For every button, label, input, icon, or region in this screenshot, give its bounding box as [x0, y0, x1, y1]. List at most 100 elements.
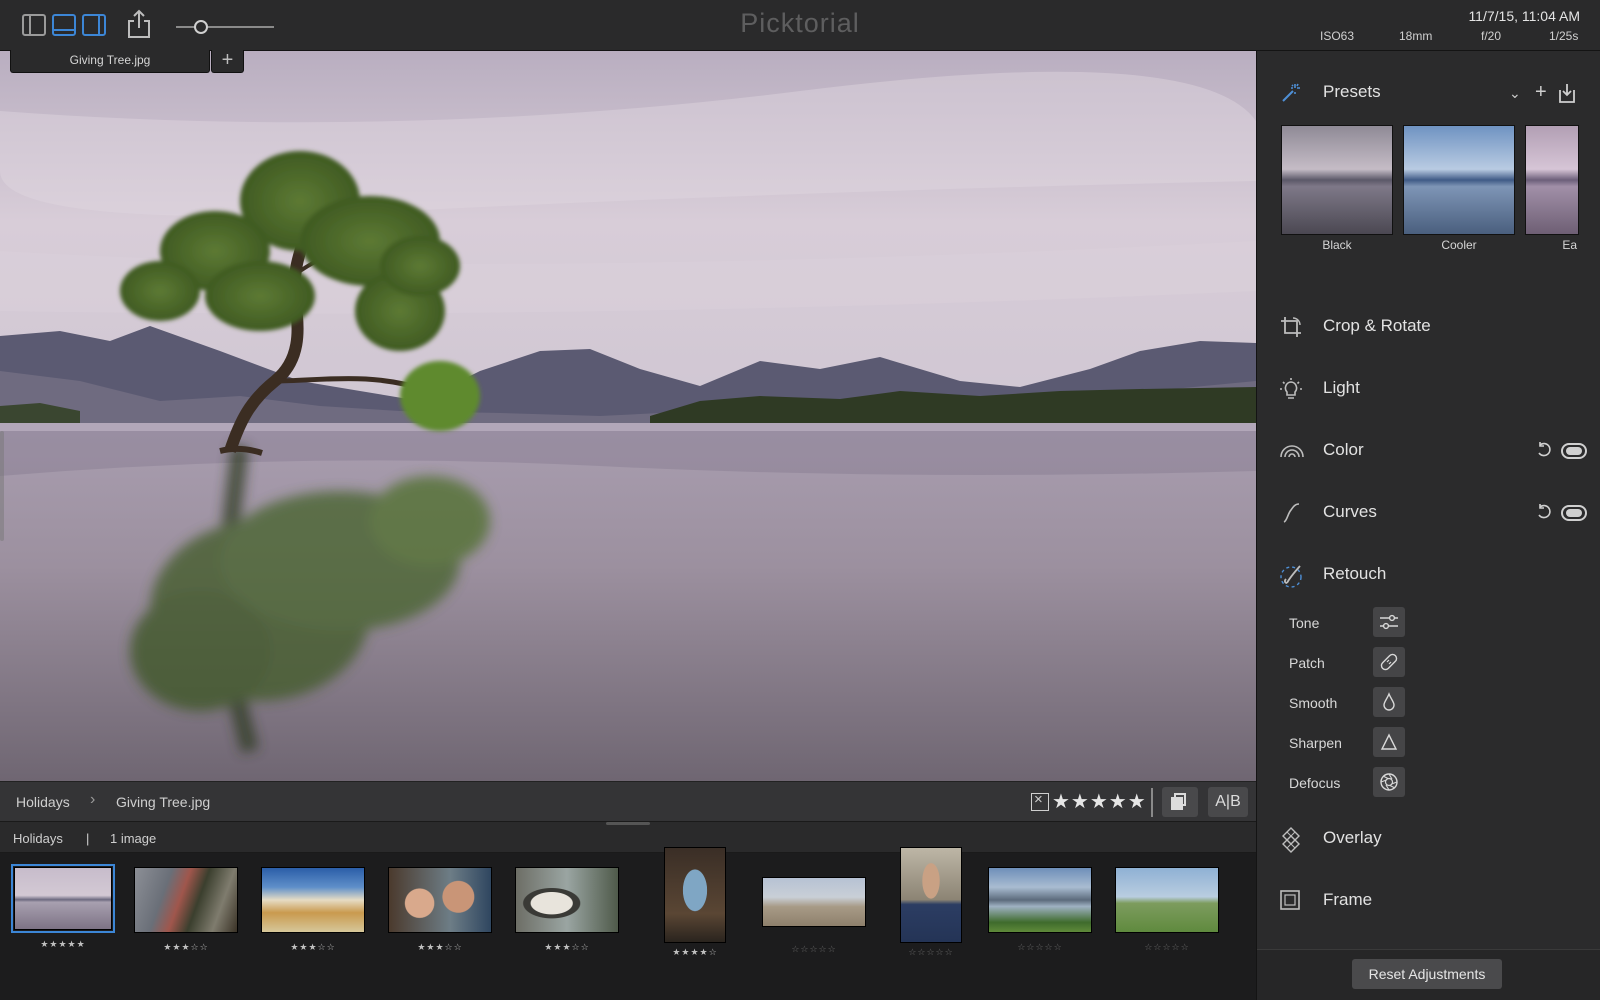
- crop-label: Crop & Rotate: [1323, 316, 1431, 335]
- overlay-pattern-icon: [1279, 827, 1303, 853]
- smooth-label: Smooth: [1289, 695, 1338, 711]
- sharpen-button[interactable]: [1373, 727, 1405, 757]
- presets-chevron-down-icon[interactable]: ⌄: [1509, 85, 1521, 102]
- preset-black[interactable]: Black: [1281, 125, 1393, 255]
- presets-label: Presets: [1323, 82, 1381, 101]
- filmstrip: ★★★★★ ★★★☆☆ ★★★☆☆ ★★★☆☆ ★★★☆☆ ★★★★☆ ☆☆☆☆…: [0, 847, 1256, 1000]
- ab-compare-button[interactable]: A|B: [1208, 787, 1248, 817]
- thumbnail-rating: ★★★☆☆: [290, 942, 336, 952]
- color-toggle[interactable]: [1561, 443, 1587, 459]
- reset-adjustments-button[interactable]: Reset Adjustments: [1352, 959, 1502, 989]
- side-drawer-handle[interactable]: [0, 431, 4, 541]
- thumbnail-image: [664, 847, 726, 943]
- undo-icon[interactable]: [1535, 441, 1553, 459]
- crop-icon: [1279, 315, 1303, 339]
- tab-giving-tree[interactable]: Giving Tree.jpg: [10, 50, 210, 73]
- section-presets[interactable]: Presets: [1257, 73, 1600, 113]
- preset-thumbnail: [1281, 125, 1393, 235]
- preset-label: Black: [1322, 238, 1352, 252]
- thumbnail-image: [762, 877, 866, 927]
- frame-icon: [1279, 889, 1303, 913]
- import-preset-icon[interactable]: [1557, 82, 1577, 109]
- thumbnail-image: [134, 867, 238, 933]
- main-photo[interactable]: [0, 51, 1256, 781]
- iso-value: ISO63: [1320, 29, 1355, 43]
- preset-label: Ea: [1562, 238, 1577, 252]
- patch-button[interactable]: [1373, 647, 1405, 677]
- thumbnail-rating: ☆☆☆☆☆: [908, 947, 954, 957]
- section-curves[interactable]: Curves: [1257, 493, 1600, 533]
- section-crop-rotate[interactable]: Crop & Rotate: [1257, 307, 1600, 347]
- thumbnail-image: [900, 847, 962, 943]
- strip-album-label[interactable]: Holidays: [13, 831, 63, 846]
- duplicate-button[interactable]: [1162, 787, 1198, 817]
- preset-thumbnail: [1525, 125, 1579, 235]
- preset-thumbnail: [1403, 125, 1515, 235]
- tone-button[interactable]: [1373, 607, 1405, 637]
- app-title: Picktorial: [740, 8, 860, 38]
- retouch-smooth[interactable]: Smooth: [1289, 687, 1589, 719]
- panel-footer: Reset Adjustments: [1257, 949, 1600, 1000]
- focal-length-value: 18mm: [1399, 29, 1433, 43]
- sharpen-label: Sharpen: [1289, 735, 1342, 751]
- thumbnail-rating: ★★★☆☆: [163, 942, 209, 952]
- sliders-icon: [1380, 614, 1398, 630]
- retouch-sharpen[interactable]: Sharpen: [1289, 727, 1589, 759]
- breadcrumb-album[interactable]: Holidays: [16, 794, 70, 810]
- defocus-button[interactable]: [1373, 767, 1405, 797]
- rating-stars[interactable]: ★★★★★: [1052, 789, 1147, 814]
- add-preset-icon[interactable]: +: [1535, 81, 1547, 104]
- retouch-defocus[interactable]: Defocus: [1289, 767, 1589, 799]
- retouch-tone[interactable]: Tone: [1289, 607, 1589, 639]
- bandage-icon: [1380, 653, 1398, 671]
- aperture-value: f/20: [1481, 29, 1502, 43]
- section-color[interactable]: Color: [1257, 431, 1600, 471]
- magic-wand-icon: [1279, 81, 1303, 105]
- section-frame[interactable]: Frame: [1257, 881, 1600, 921]
- retouch-patch[interactable]: Patch: [1289, 647, 1589, 679]
- adjustments-panel: Presets ⌄ + Black Cooler Ea Crop & Rotat…: [1256, 51, 1600, 1000]
- thumbnail[interactable]: ★★★☆☆: [515, 867, 619, 957]
- section-retouch[interactable]: Retouch: [1257, 555, 1600, 595]
- curves-label: Curves: [1323, 502, 1377, 521]
- triangle-icon: [1380, 733, 1398, 750]
- curves-toggle[interactable]: [1561, 505, 1587, 521]
- thumbnail[interactable]: ☆☆☆☆☆: [1115, 867, 1219, 957]
- thumbnail[interactable]: ☆☆☆☆☆: [762, 877, 866, 957]
- tone-label: Tone: [1289, 615, 1320, 631]
- thumbnail-rating: ★★★★☆: [672, 947, 718, 957]
- undo-icon[interactable]: [1535, 503, 1553, 521]
- thumbnail-rating: ☆☆☆☆☆: [1017, 942, 1063, 952]
- top-toolbar: Picktorial 11/7/15, 11:04 AM ISO63 18mm …: [0, 0, 1600, 51]
- toolbar-divider: [1151, 788, 1153, 817]
- aperture-icon: [1380, 773, 1398, 791]
- thumbnail-image: [1115, 867, 1219, 933]
- preset-partial[interactable]: Ea: [1525, 125, 1579, 255]
- thumbnail[interactable]: ★★★★★: [11, 864, 115, 957]
- smooth-button[interactable]: [1373, 687, 1405, 717]
- section-overlay[interactable]: Overlay: [1257, 819, 1600, 859]
- shutter-value: 1/25s: [1549, 29, 1579, 43]
- thumbnail-rating: ☆☆☆☆☆: [1144, 942, 1190, 952]
- resize-grip[interactable]: [606, 822, 650, 825]
- thumbnail[interactable]: ☆☆☆☆☆: [988, 867, 1092, 957]
- browser-header: Holidays | 1 image: [0, 821, 1256, 853]
- thumbnail[interactable]: ☆☆☆☆☆: [900, 847, 962, 959]
- breadcrumb-chevron-icon: ›: [90, 791, 96, 808]
- droplet-icon: [1383, 692, 1395, 711]
- breadcrumb-file: Giving Tree.jpg: [116, 794, 211, 810]
- thumbnail-rating: ★★★☆☆: [417, 942, 463, 952]
- thumbnail[interactable]: ★★★☆☆: [388, 867, 492, 957]
- section-light[interactable]: Light: [1257, 369, 1600, 409]
- capture-datetime: 11/7/15, 11:04 AM: [1468, 8, 1580, 24]
- lightbulb-icon: [1279, 377, 1303, 401]
- thumbnail[interactable]: ★★★☆☆: [261, 867, 365, 957]
- preset-cooler[interactable]: Cooler: [1403, 125, 1515, 255]
- color-label: Color: [1323, 440, 1364, 459]
- thumbnail[interactable]: ★★★★☆: [664, 847, 726, 959]
- thumbnail[interactable]: ★★★☆☆: [134, 867, 238, 957]
- strip-divider: |: [86, 831, 90, 846]
- add-tab-button[interactable]: +: [211, 50, 244, 73]
- reject-flag-icon[interactable]: [1031, 791, 1049, 811]
- thumbnail-image: [515, 867, 619, 933]
